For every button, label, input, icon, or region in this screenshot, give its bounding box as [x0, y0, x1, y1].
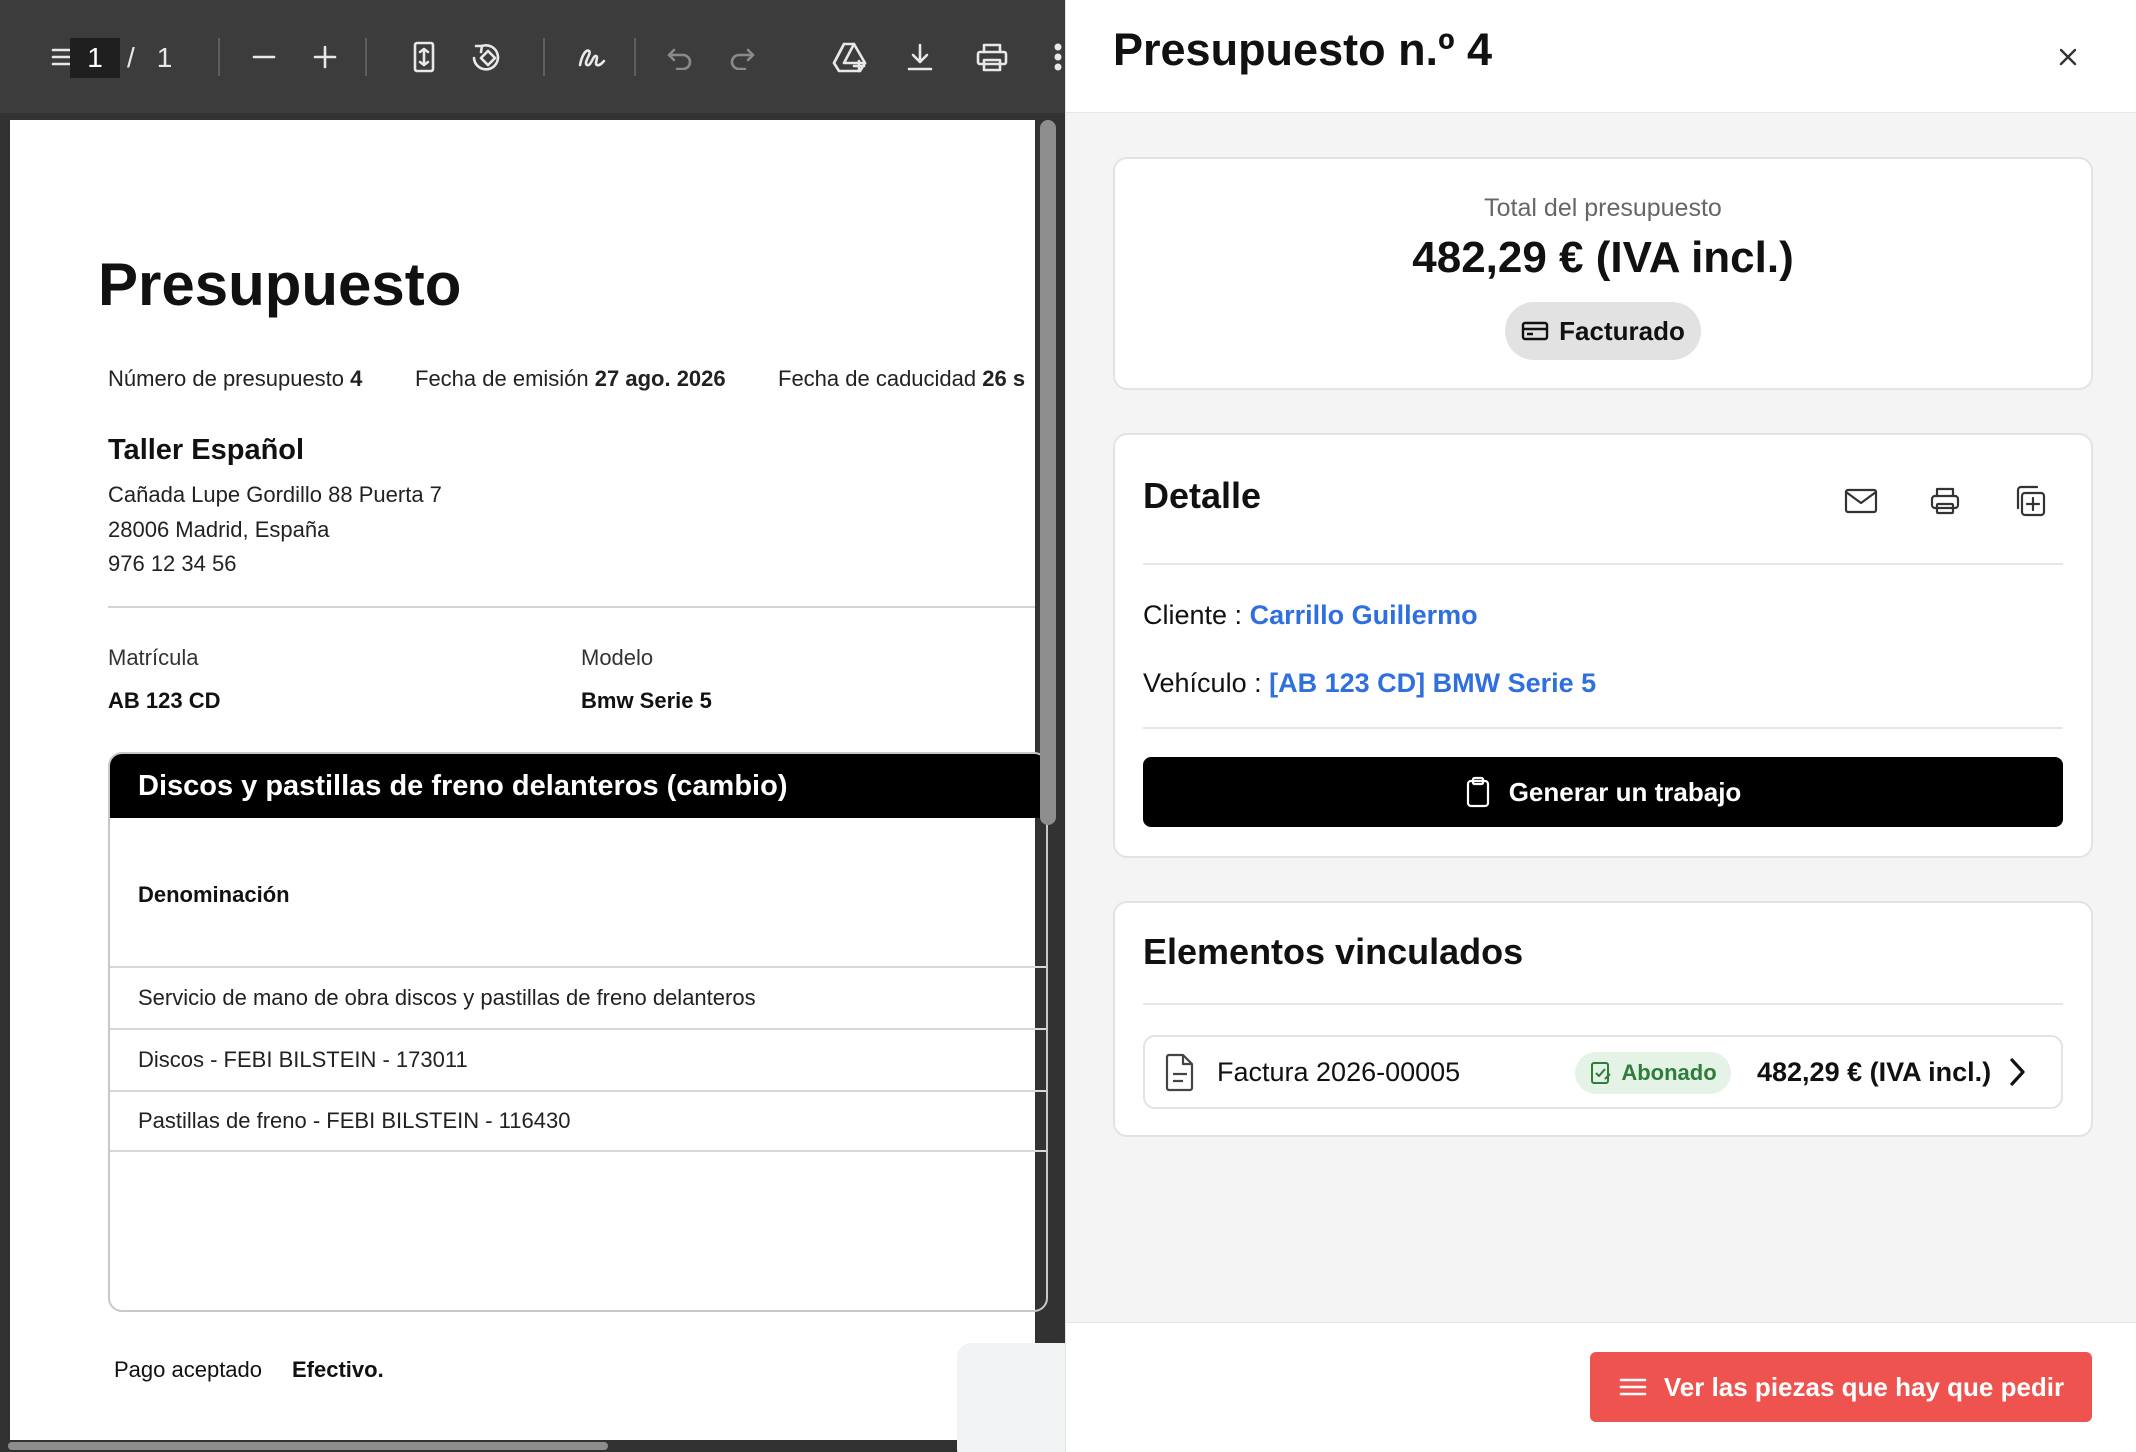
panel-header: Presupuesto n.º 4 [1066, 0, 2136, 113]
company-address-line1: Cañada Lupe Gordillo 88 Puerta 7 [108, 482, 442, 507]
total-label: Total del presupuesto [1484, 194, 1722, 222]
download-icon[interactable] [900, 30, 940, 84]
toolbar-divider [543, 38, 545, 76]
refund-status-label: Abonado [1621, 1060, 1717, 1085]
quote-number-label: Número de presupuesto [108, 366, 345, 391]
page-count: / 1 [127, 38, 172, 78]
vehicle-link[interactable]: [AB 123 CD] BMW Serie 5 [1269, 668, 1596, 698]
linked-items-card: Elementos vinculados Factura 2026-00005 … [1113, 901, 2093, 1137]
toolbar-divider [365, 38, 367, 76]
panel-footer: Ver las piezas que hay que pedir [1066, 1322, 2136, 1452]
divider [1143, 1003, 2063, 1005]
table-row: Discos - FEBI BILSTEIN - 173011 [110, 1028, 1046, 1090]
expiry-date-label: Fecha de caducidad [778, 366, 977, 391]
model-label: Modelo [581, 645, 654, 670]
detail-card: Detalle Cliente : Carrillo Guillermo Veh… [1113, 433, 2093, 858]
quote-number: Número de presupuesto 4 [108, 366, 362, 392]
credit-card-icon [1521, 321, 1549, 341]
client-line: Cliente : Carrillo Guillermo [1143, 600, 1478, 631]
model-value: Bmw Serie 5 [581, 688, 712, 713]
linked-items-title: Elementos vinculados [1143, 931, 1524, 972]
zoom-out-icon[interactable] [244, 30, 284, 84]
total-card: Total del presupuesto 482,29 € (IVA incl… [1113, 157, 2093, 390]
issue-date-value: 27 ago. 2026 [594, 366, 726, 391]
more-options-icon[interactable] [1050, 30, 1065, 84]
detail-title: Detalle [1143, 475, 1262, 516]
payment-label: Pago aceptado [114, 1357, 263, 1382]
issue-date: Fecha de emisión 27 ago. 2026 [415, 366, 726, 392]
generate-job-button[interactable]: Generar un trabajo [1143, 757, 2063, 827]
mail-icon [1844, 488, 1878, 514]
payment-value: Efectivo. [292, 1357, 384, 1382]
table-row: Pastillas de freno - FEBI BILSTEIN - 116… [110, 1090, 1046, 1152]
duplicate-button[interactable] [2008, 479, 2052, 523]
divider [108, 606, 1035, 608]
plate-label: Matrícula [108, 645, 199, 670]
print-button[interactable] [1923, 479, 1967, 523]
refund-status-badge: Abonado [1575, 1052, 1731, 1094]
pdf-viewer: 1 / 1 Presupuesto Número de presupuesto … [0, 0, 1065, 1452]
page-separator: / [127, 42, 135, 73]
redo-icon[interactable] [722, 30, 762, 84]
close-button[interactable] [2046, 35, 2090, 79]
linked-invoice-name: Factura 2026-00005 [1217, 1057, 1461, 1087]
page-number-input[interactable]: 1 [70, 38, 120, 78]
linked-invoice-amount: 482,29 € (IVA incl.) [1757, 1057, 1992, 1087]
total-value: 482,29 € (IVA incl.) [1412, 233, 1794, 282]
linked-invoice-row[interactable]: Factura 2026-00005 Abonado 482,29 € (IVA… [1143, 1035, 2063, 1109]
document-title: Presupuesto [98, 251, 462, 318]
list-icon [1619, 1378, 1647, 1396]
issue-date-label: Fecha de emisión [415, 366, 589, 391]
operation-table: Discos y pastillas de freno delanteros (… [108, 752, 1048, 1312]
vehicle-line: Vehículo : [AB 123 CD] BMW Serie 5 [1143, 668, 1596, 699]
table-row: Servicio de mano de obra discos y pastil… [110, 966, 1046, 1028]
print-icon [1930, 487, 1960, 515]
draw-icon[interactable] [570, 30, 614, 84]
vertical-scrollbar[interactable] [1040, 120, 1056, 825]
chevron-right-icon [2010, 1058, 2025, 1086]
toolbar-divider [218, 38, 220, 76]
print-icon[interactable] [970, 30, 1014, 84]
company-address-line2: 28006 Madrid, España [108, 517, 330, 542]
column-header-denomination: Denominación [138, 882, 290, 907]
divider [1143, 727, 2063, 729]
pdf-toolbar: 1 / 1 [0, 0, 1065, 113]
undo-icon[interactable] [660, 30, 700, 84]
zoom-in-icon[interactable] [305, 30, 345, 84]
client-link[interactable]: Carrillo Guillermo [1250, 600, 1478, 630]
status-badge: Facturado [1505, 302, 1701, 360]
page-total: 1 [156, 42, 173, 73]
vehicle-label: Vehículo : [1143, 668, 1262, 698]
expiry-date: Fecha de caducidad 26 s [778, 366, 1035, 392]
client-label: Cliente : [1143, 600, 1243, 630]
totals-box [957, 1343, 1065, 1452]
duplicate-icon [2016, 485, 2046, 517]
document-icon [1165, 1053, 1194, 1092]
close-icon [2059, 48, 2077, 66]
status-label: Facturado [1559, 315, 1685, 346]
quote-side-panel: Presupuesto n.º 4 Total del presupuesto … [1065, 0, 2136, 1452]
company-name: Taller Español [108, 434, 305, 466]
company-phone: 976 12 34 56 [108, 551, 237, 576]
plate-value: AB 123 CD [108, 688, 221, 713]
drive-icon[interactable] [826, 30, 874, 84]
horizontal-scrollbar[interactable] [8, 1442, 608, 1450]
divider [1143, 563, 2063, 565]
app-root: 1 / 1 Presupuesto Número de presupuesto … [0, 0, 2136, 1452]
view-parts-label: Ver las piezas que hay que pedir [1663, 1371, 2065, 1402]
toolbar-divider [634, 38, 636, 76]
email-button[interactable] [1839, 479, 1883, 523]
fit-page-icon[interactable] [404, 30, 444, 84]
generate-job-label: Generar un trabajo [1508, 776, 1742, 807]
panel-title: Presupuesto n.º 4 [1113, 24, 1493, 75]
view-parts-button[interactable]: Ver las piezas que hay que pedir [1590, 1352, 2092, 1422]
refund-icon [1591, 1062, 1612, 1084]
quote-number-value: 4 [350, 366, 363, 391]
expiry-date-value: 26 s [982, 366, 1026, 391]
rotate-icon[interactable] [466, 30, 510, 84]
operation-title: Discos y pastillas de freno delanteros (… [110, 754, 1046, 818]
clipboard-icon [1466, 776, 1489, 808]
